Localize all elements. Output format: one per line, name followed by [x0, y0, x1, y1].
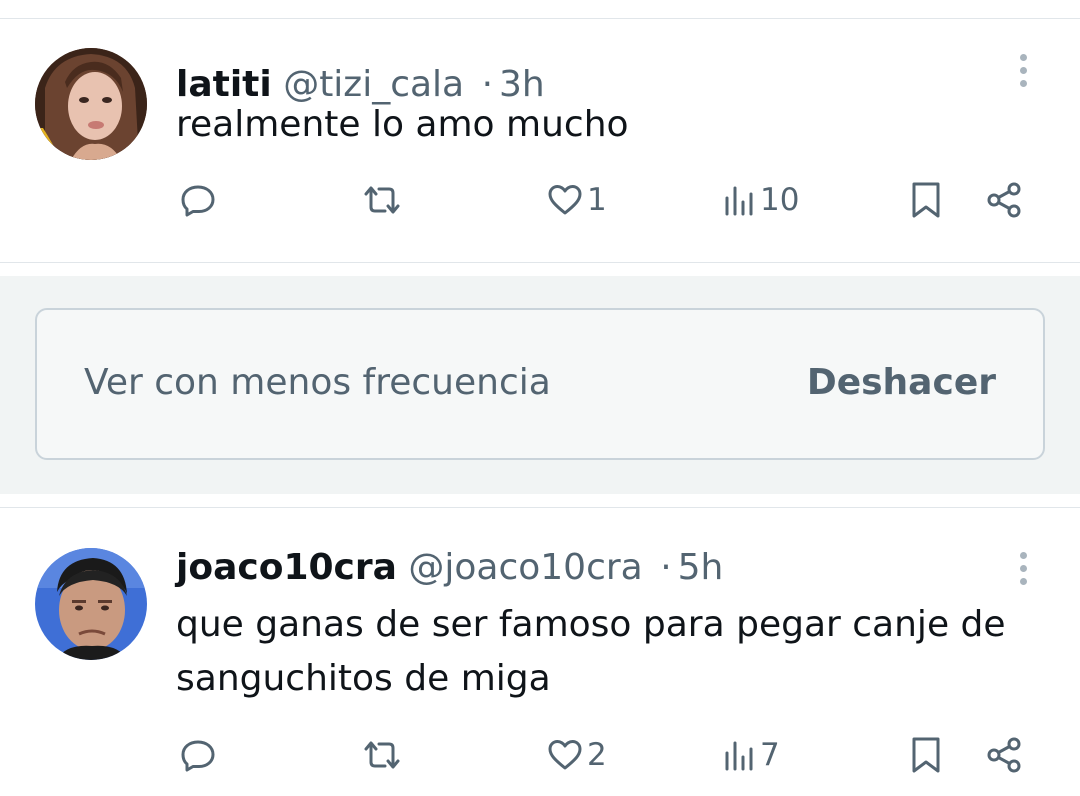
share-icon	[984, 180, 1024, 220]
heart-icon	[545, 180, 585, 220]
display-name[interactable]: joaco10cra	[176, 547, 397, 588]
bookmark-icon	[906, 733, 946, 777]
feedback-section: Ver con menos frecuencia Deshacer	[0, 276, 1080, 494]
views-count: 7	[760, 737, 780, 773]
more-vertical-icon[interactable]	[1006, 546, 1040, 590]
tweet-latiti[interactable]: latiti @tizi_cala · 3h realmente lo amo m…	[0, 18, 1080, 262]
retweet-icon	[360, 735, 404, 775]
tweet-joaco10cra[interactable]: joaco10cra @joaco10cra · 5h que ganas de …	[0, 508, 1080, 796]
heart-icon	[545, 735, 585, 775]
separator-dot: ·	[660, 547, 672, 588]
views-button[interactable]: 7	[722, 730, 780, 780]
views-button[interactable]: 10	[722, 175, 799, 225]
views-count: 10	[760, 182, 800, 218]
tweet-text: realmente lo amo mucho	[176, 104, 629, 145]
tweet-text: que ganas de ser famoso para pegar canje…	[176, 604, 1006, 699]
retweet-icon	[360, 180, 404, 220]
views-icon	[722, 735, 758, 775]
like-count: 1	[587, 182, 607, 218]
share-button[interactable]	[984, 175, 1024, 225]
feedback-message: Ver con menos frecuencia	[84, 362, 551, 403]
like-button[interactable]: 2	[545, 730, 607, 780]
retweet-button[interactable]	[360, 730, 406, 780]
share-icon	[984, 735, 1024, 775]
like-button[interactable]: 1	[545, 175, 607, 225]
user-handle[interactable]: @joaco10cra	[408, 547, 642, 588]
avatar[interactable]	[35, 48, 147, 160]
tweet-divider	[0, 262, 1080, 263]
timestamp[interactable]: 5h	[678, 547, 724, 588]
bookmark-button[interactable]	[906, 175, 946, 225]
more-vertical-icon[interactable]	[1006, 48, 1040, 92]
reply-button[interactable]	[178, 730, 220, 780]
feedback-banner: Ver con menos frecuencia Deshacer	[35, 308, 1045, 460]
reply-icon	[178, 180, 218, 220]
tweet-actions: 2 7	[0, 730, 1080, 780]
tweet-header: joaco10cra @joaco10cra · 5h	[176, 545, 723, 591]
share-button[interactable]	[984, 730, 1024, 780]
bookmark-icon	[906, 178, 946, 222]
avatar[interactable]	[35, 548, 147, 660]
retweet-button[interactable]	[360, 175, 406, 225]
views-icon	[722, 180, 758, 220]
reply-icon	[178, 735, 218, 775]
reply-button[interactable]	[178, 175, 220, 225]
tweet-actions: 1 10	[0, 175, 1080, 225]
bookmark-button[interactable]	[906, 730, 946, 780]
undo-button[interactable]: Deshacer	[807, 358, 996, 408]
like-count: 2	[587, 737, 607, 773]
